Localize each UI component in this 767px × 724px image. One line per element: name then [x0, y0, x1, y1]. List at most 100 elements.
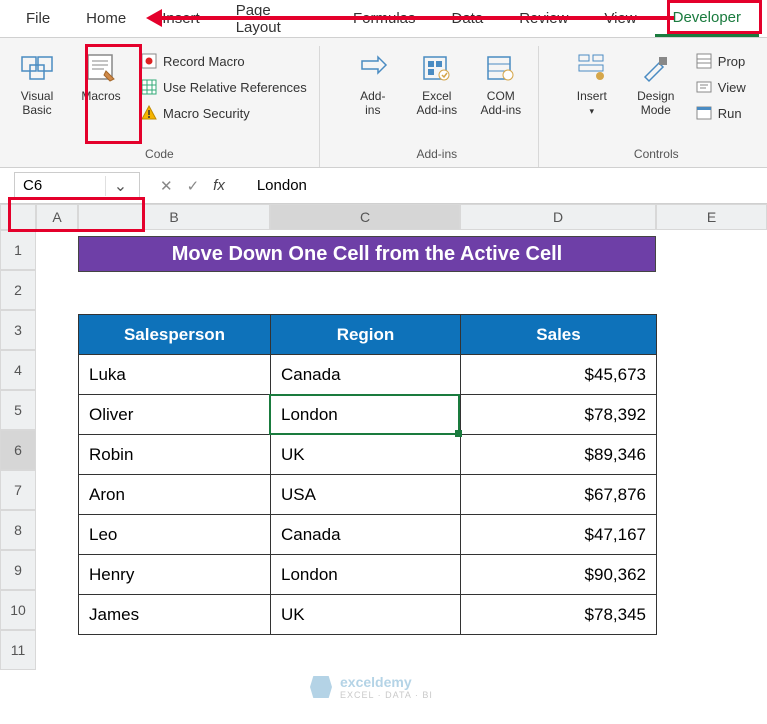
table-header[interactable]: Sales — [461, 315, 657, 355]
addins-button[interactable]: Add- ins — [344, 46, 402, 122]
table-cell[interactable]: Leo — [79, 515, 271, 555]
column-header-a[interactable]: A — [36, 204, 78, 230]
row-header[interactable]: 7 — [0, 470, 36, 510]
row-header[interactable]: 5 — [0, 390, 36, 430]
ribbon-group-controls-label: Controls — [634, 143, 679, 167]
row-header[interactable]: 11 — [0, 630, 36, 670]
macros-button[interactable]: Macros — [72, 46, 130, 108]
table-cell[interactable]: $45,673 — [461, 355, 657, 395]
row-header[interactable]: 2 — [0, 270, 36, 310]
table-cell[interactable]: $47,167 — [461, 515, 657, 555]
table-row[interactable]: AronUSA$67,876 — [79, 475, 657, 515]
table-row[interactable]: JamesUK$78,345 — [79, 595, 657, 635]
macro-security-button[interactable]: Macro Security — [136, 102, 311, 124]
properties-icon — [695, 52, 713, 70]
run-dialog-button[interactable]: Run — [691, 102, 750, 124]
name-box[interactable]: ⌄ — [14, 172, 140, 200]
watermark-tagline: EXCEL · DATA · BI — [340, 690, 433, 700]
table-cell[interactable]: $90,362 — [461, 555, 657, 595]
com-addins-button[interactable]: COM Add-ins — [472, 46, 530, 122]
run-dialog-icon — [695, 104, 713, 122]
column-header-b[interactable]: B — [78, 204, 270, 230]
tab-formulas[interactable]: Formulas — [335, 2, 434, 35]
tab-file[interactable]: File — [8, 2, 68, 35]
row-header[interactable]: 4 — [0, 350, 36, 390]
table-row[interactable]: LeoCanada$47,167 — [79, 515, 657, 555]
table-cell[interactable]: $67,876 — [461, 475, 657, 515]
record-macro-icon — [140, 52, 158, 70]
table-cell[interactable]: Luka — [79, 355, 271, 395]
table-cell[interactable]: Canada — [271, 355, 461, 395]
tab-data[interactable]: Data — [434, 2, 502, 35]
properties-button[interactable]: Prop — [691, 50, 750, 72]
column-header-e[interactable]: E — [656, 204, 767, 230]
data-table: Salesperson Region Sales LukaCanada$45,6… — [78, 314, 657, 635]
grid-body[interactable]: 1 2 3 4 5 6 7 8 9 10 11 Move Down One Ce… — [0, 230, 767, 670]
use-relative-button[interactable]: Use Relative References — [136, 76, 311, 98]
row-header[interactable]: 9 — [0, 550, 36, 590]
table-cell[interactable]: Robin — [79, 435, 271, 475]
formula-bar: ⌄ ✕ ✓ fx — [0, 168, 767, 204]
worksheet: A B C D E 1 2 3 4 5 6 7 8 9 10 11 Move D… — [0, 204, 767, 670]
record-macro-label: Record Macro — [163, 54, 245, 69]
column-header-d[interactable]: D — [460, 204, 656, 230]
table-cell[interactable]: Oliver — [79, 395, 271, 435]
design-mode-button[interactable]: Design Mode — [627, 46, 685, 122]
table-header[interactable]: Region — [271, 315, 461, 355]
tab-review[interactable]: Review — [501, 2, 586, 35]
ribbon-group-addins-label: Add-ins — [416, 143, 457, 167]
table-header[interactable]: Salesperson — [79, 315, 271, 355]
select-all-corner[interactable] — [0, 204, 36, 230]
addins-icon — [355, 50, 391, 86]
macros-icon — [83, 50, 119, 86]
table-row[interactable]: OliverLondon$78,392 — [79, 395, 657, 435]
table-cell[interactable]: London — [271, 395, 461, 435]
insert-control-button[interactable]: Insert▾ — [563, 46, 621, 122]
fx-icon[interactable]: fx — [213, 177, 225, 194]
design-mode-label: Design Mode — [637, 90, 674, 118]
excel-addins-label: Excel Add-ins — [416, 90, 457, 118]
tab-developer[interactable]: Developer — [655, 1, 759, 37]
enter-formula-icon[interactable]: ✓ — [187, 177, 200, 195]
table-cell[interactable]: James — [79, 595, 271, 635]
row-header[interactable]: 8 — [0, 510, 36, 550]
table-cell[interactable]: UK — [271, 595, 461, 635]
insert-control-label: Insert▾ — [577, 90, 607, 118]
row-header[interactable]: 6 — [0, 430, 36, 470]
table-cell[interactable]: $89,346 — [461, 435, 657, 475]
com-addins-icon — [483, 50, 519, 86]
row-header[interactable]: 3 — [0, 310, 36, 350]
visual-basic-button[interactable]: Visual Basic — [8, 46, 66, 122]
view-code-button[interactable]: View — [691, 76, 750, 98]
table-cell[interactable]: Henry — [79, 555, 271, 595]
com-addins-label: COM Add-ins — [480, 90, 521, 118]
table-cell[interactable]: $78,392 — [461, 395, 657, 435]
tab-page-layout[interactable]: Page Layout — [218, 0, 335, 44]
excel-addins-button[interactable]: Excel Add-ins — [408, 46, 466, 122]
table-cell[interactable]: Aron — [79, 475, 271, 515]
warning-icon — [140, 104, 158, 122]
cancel-formula-icon[interactable]: ✕ — [160, 177, 173, 195]
tab-insert[interactable]: Insert — [144, 2, 218, 35]
use-relative-label: Use Relative References — [163, 80, 307, 95]
table-row[interactable]: RobinUK$89,346 — [79, 435, 657, 475]
visual-basic-icon — [19, 50, 55, 86]
sheet-title: Move Down One Cell from the Active Cell — [78, 236, 656, 272]
table-row[interactable]: LukaCanada$45,673 — [79, 355, 657, 395]
table-cell[interactable]: $78,345 — [461, 595, 657, 635]
tab-home[interactable]: Home — [68, 2, 144, 35]
table-cell[interactable]: Canada — [271, 515, 461, 555]
ribbon-group-addins: Add- ins Excel Add-ins COM Add-ins Add-i… — [320, 46, 539, 167]
name-box-input[interactable] — [15, 177, 105, 194]
table-row[interactable]: HenryLondon$90,362 — [79, 555, 657, 595]
row-header[interactable]: 10 — [0, 590, 36, 630]
column-header-c[interactable]: C — [270, 204, 460, 230]
name-box-dropdown[interactable]: ⌄ — [105, 176, 135, 196]
table-cell[interactable]: UK — [271, 435, 461, 475]
tab-view[interactable]: View — [586, 2, 654, 35]
table-cell[interactable]: London — [271, 555, 461, 595]
table-cell[interactable]: USA — [271, 475, 461, 515]
row-header[interactable]: 1 — [0, 230, 36, 270]
record-macro-button[interactable]: Record Macro — [136, 50, 311, 72]
formula-input[interactable] — [239, 177, 767, 194]
